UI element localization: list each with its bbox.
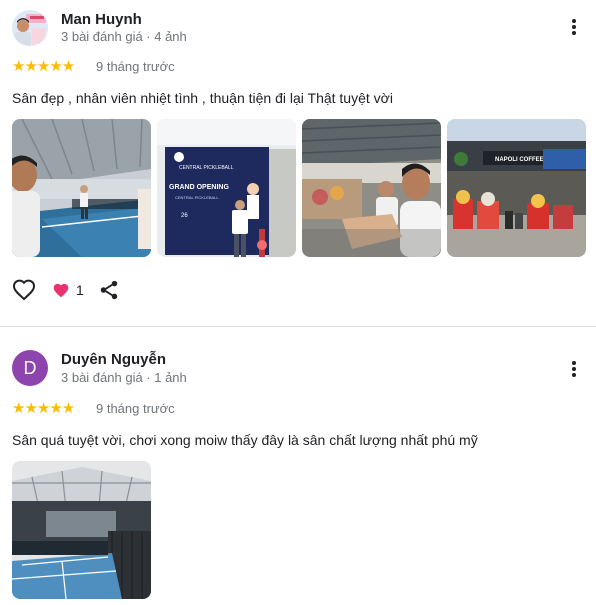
more-vert-icon[interactable] (566, 359, 582, 381)
like-count: 1 (76, 282, 84, 298)
star-rating: ★★★★★ (12, 400, 75, 417)
banner-title: GRAND OPENING (169, 184, 229, 191)
more-vert-icon[interactable] (566, 17, 582, 39)
review-photo[interactable] (302, 119, 441, 257)
review-text: Sân quá tuyệt vời, chơi xong moiw thấy đ… (12, 432, 478, 448)
review-photo[interactable] (12, 119, 151, 257)
review-photos: CENTRAL PICKLEBALL GRAND OPENING CENTRAL… (12, 119, 586, 257)
heart-filled-icon (53, 283, 69, 298)
banner-brand: CENTRAL PICKLEBALL (179, 165, 234, 171)
review-photo[interactable]: NAPOLI COFFEE (447, 119, 586, 257)
like-count-button[interactable]: 1 (52, 282, 84, 298)
avatar[interactable] (12, 10, 48, 46)
review-actions: 1 (12, 277, 120, 303)
share-icon[interactable] (98, 279, 120, 301)
reviewer-meta: 3 bài đánh giá · 4 ảnh (61, 29, 187, 44)
avatar[interactable]: D (12, 350, 48, 386)
review-card: Man Huynh 3 bài đánh giá · 4 ảnh ★★★★★ 9… (0, 0, 596, 326)
reviewer-meta: 3 bài đánh giá · 1 ảnh (61, 370, 187, 385)
banner-sub: CENTRAL PICKLEBALL (175, 195, 219, 200)
review-time: 9 tháng trước (96, 401, 175, 416)
review-time: 9 tháng trước (96, 59, 175, 74)
review-photo[interactable] (12, 461, 151, 599)
banner-date: 26 (181, 213, 188, 219)
shop-sign: NAPOLI COFFEE (495, 157, 544, 163)
review-divider (0, 326, 596, 327)
heart-outline-icon[interactable] (12, 278, 36, 302)
review-text: Sân đẹp , nhân viên nhiệt tình , thuận t… (12, 90, 393, 106)
review-photos (12, 461, 151, 599)
review-card: D Duyên Nguyễn 3 bài đánh giá · 1 ảnh ★★… (0, 341, 596, 605)
reviewer-name[interactable]: Man Huynh (61, 11, 142, 28)
reviewer-name[interactable]: Duyên Nguyễn (61, 351, 166, 368)
star-rating: ★★★★★ (12, 58, 75, 75)
review-photo[interactable]: CENTRAL PICKLEBALL GRAND OPENING CENTRAL… (157, 119, 296, 257)
